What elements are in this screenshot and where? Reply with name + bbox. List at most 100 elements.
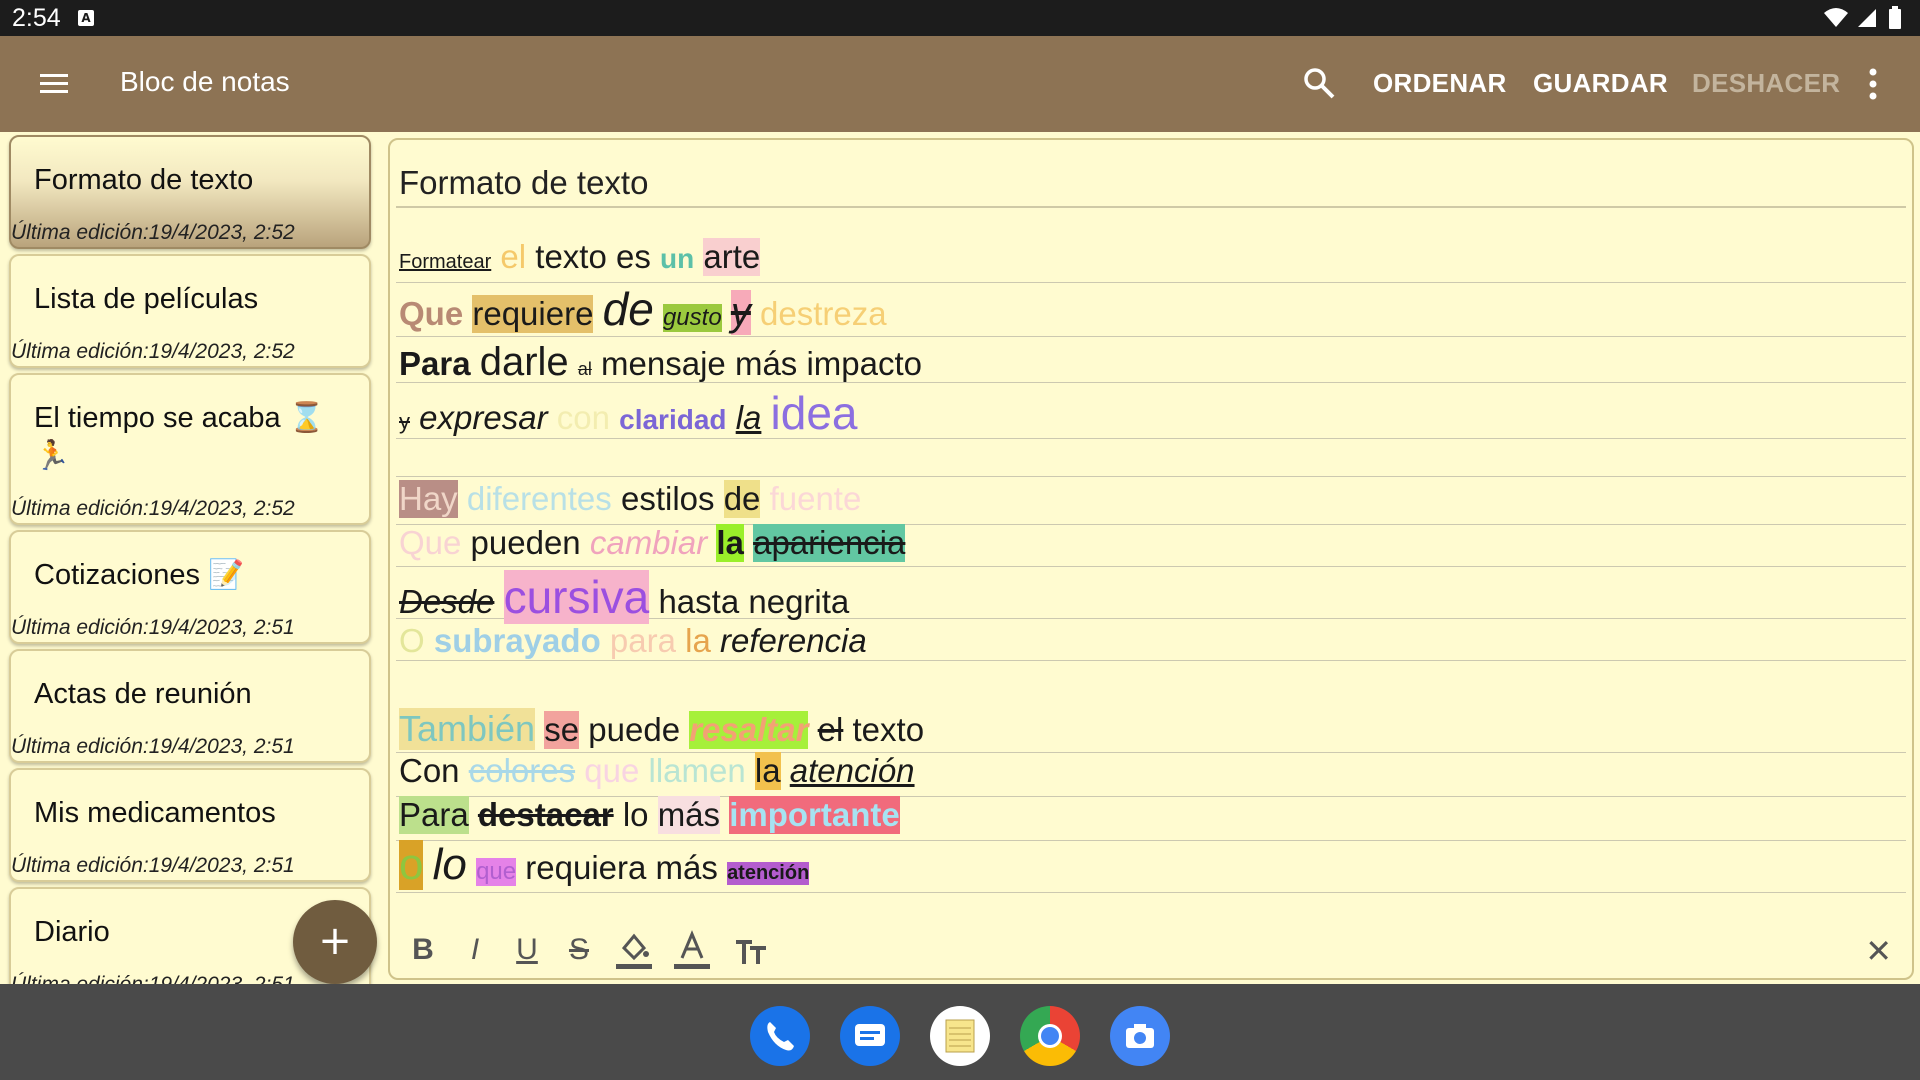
word: Que [399, 295, 464, 332]
note-date: Última edición:19/4/2023, 2:52 [11, 497, 295, 520]
word: Hay [399, 480, 458, 518]
note-card-3[interactable]: Cotizaciones 📝 Última edición:19/4/2023,… [9, 530, 371, 644]
fill-color-icon[interactable] [616, 930, 652, 970]
note-card-5[interactable]: Mis medicamentos Última edición:19/4/202… [9, 768, 371, 882]
word: texto [852, 711, 925, 748]
paper-rule [396, 660, 1906, 661]
text-line-10: Con colores que llamen la atención [399, 752, 915, 790]
add-note-button[interactable]: + [293, 900, 377, 984]
text-line-6: Que pueden cambiar la apariencia [399, 524, 906, 562]
signal-icon [1858, 9, 1876, 27]
messages-app-icon[interactable] [840, 1006, 900, 1066]
word: la [716, 524, 744, 562]
word: texto [535, 238, 607, 275]
bold-button[interactable]: B [408, 933, 438, 967]
wifi-icon [1824, 8, 1848, 27]
paper-rule [396, 892, 1906, 893]
note-title: Cotizaciones 📝 [34, 559, 245, 591]
text-line-3: Para darle al mensaje más impacto [399, 340, 922, 385]
word: atención [789, 752, 915, 789]
text-line-5: Hay diferentes estilos de fuente [399, 480, 861, 518]
word: o [399, 840, 424, 890]
word: más [655, 849, 718, 886]
word: y [399, 409, 410, 434]
word: mensaje [601, 345, 726, 382]
note-date: Última edición:19/4/2023, 2:51 [11, 854, 295, 877]
note-title: Formato de texto [34, 164, 254, 196]
note-card-1[interactable]: Lista de películas Última edición:19/4/2… [9, 254, 371, 368]
text-color-icon[interactable] [674, 930, 710, 970]
note-card-4[interactable]: Actas de reunión Última edición:19/4/202… [9, 649, 371, 763]
word: apariencia [753, 524, 906, 562]
word: También [399, 708, 536, 750]
word: la [754, 752, 781, 790]
note-title: Diario [34, 916, 110, 948]
word: destacar [477, 796, 614, 833]
note-card-2[interactable]: El tiempo se acaba ⌛ 🏃 Última edición:19… [9, 373, 371, 525]
word: un [660, 243, 695, 274]
word: destreza [760, 295, 887, 332]
word: la [735, 399, 762, 436]
sort-button[interactable]: ORDENAR [1373, 68, 1507, 99]
word: impacto [806, 345, 923, 382]
note-title: El tiempo se acaba ⌛ 🏃 [34, 402, 325, 472]
word: cambiar [589, 524, 708, 561]
battery-icon [1889, 6, 1901, 29]
note-title-field[interactable]: Formato de texto [399, 164, 648, 202]
note-editor[interactable]: Formato de texto Formatear el texto es u… [388, 138, 1914, 980]
word: para [609, 622, 676, 659]
note-title: Actas de reunión [34, 678, 252, 710]
word: llamen [648, 752, 746, 789]
word: puede [588, 711, 681, 748]
text-line-8: O subrayado para la referencia [399, 622, 867, 660]
notepad-app-icon[interactable] [930, 1006, 990, 1066]
word: Con [399, 752, 460, 789]
word: O [399, 622, 425, 659]
note-date: Última edición:19/4/2023, 2:52 [11, 221, 295, 244]
more-options-icon[interactable] [1866, 66, 1880, 102]
text-line-4: y expresar con claridad la idea [399, 386, 858, 440]
close-toolbar-icon[interactable]: ✕ [1865, 932, 1892, 970]
strikethrough-button[interactable]: S [564, 933, 594, 967]
word: requiere [472, 295, 594, 333]
word: idea [770, 387, 858, 439]
search-icon[interactable] [1302, 66, 1336, 100]
word: la [685, 622, 711, 659]
word: más [657, 796, 721, 834]
word: que [476, 858, 517, 886]
text-line-1: Formatear el texto es un arte [399, 238, 761, 276]
camera-app-icon[interactable] [1110, 1006, 1170, 1066]
word: de [723, 480, 761, 518]
notification-a-icon: A [78, 10, 94, 26]
chrome-app-icon[interactable] [1020, 1006, 1080, 1066]
word: referencia [720, 622, 867, 659]
format-toolbar: B I U S [408, 930, 768, 970]
menu-icon[interactable] [38, 68, 70, 100]
note-title: Mis medicamentos [34, 797, 276, 829]
word: darle [479, 340, 569, 384]
undo-button[interactable]: DESHACER [1692, 68, 1840, 99]
word: negrita [748, 583, 850, 620]
phone-app-icon[interactable] [750, 1006, 810, 1066]
word: subrayado [433, 622, 601, 659]
text-line-9: También se puede resaltar el texto [399, 708, 924, 750]
paper-rule [396, 336, 1906, 337]
text-line-11: Para destacar lo más importante [399, 796, 900, 834]
save-button[interactable]: GUARDAR [1533, 68, 1668, 99]
italic-button[interactable]: I [460, 933, 490, 967]
app-title: Bloc de notas [120, 66, 290, 97]
note-card-0[interactable]: Formato de texto Última edición:19/4/202… [9, 135, 371, 249]
text-size-icon[interactable] [732, 930, 768, 970]
word: que [584, 752, 640, 789]
title-divider [396, 206, 1906, 208]
word: lo [432, 840, 467, 889]
text-line-12: o lo que requiera más atención [399, 840, 810, 890]
text-line-7: Desde cursiva hasta negrita [399, 570, 849, 624]
word: Para [399, 345, 471, 382]
notes-list: Formato de texto Última edición:19/4/202… [0, 132, 382, 984]
note-date: Última edición:19/4/2023, 2:51 [11, 616, 295, 639]
word: más [734, 345, 798, 382]
underline-button[interactable]: U [512, 933, 542, 967]
word: y [730, 290, 751, 335]
word: requiera [525, 849, 647, 886]
